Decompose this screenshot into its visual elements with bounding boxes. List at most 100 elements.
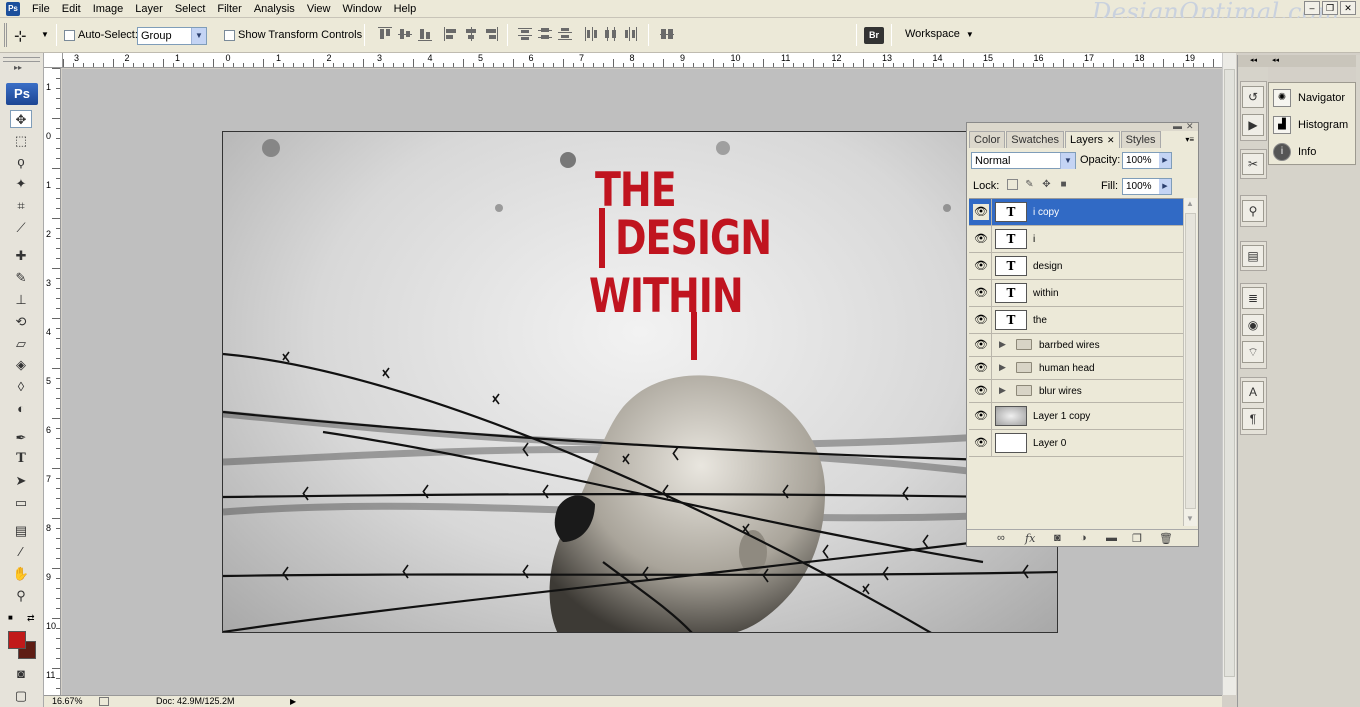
menu-view[interactable]: View <box>301 0 337 18</box>
bridge-button[interactable]: Br <box>864 27 884 44</box>
tab-color[interactable]: Color <box>969 131 1006 148</box>
menu-window[interactable]: Window <box>336 0 387 18</box>
minimize-button[interactable]: – <box>1304 1 1320 15</box>
distribute-top-edges-icon[interactable] <box>518 27 532 41</box>
photoshop-app-icon[interactable]: Ps <box>6 1 20 16</box>
zoom-tool-icon[interactable]: ⚲ <box>10 587 32 605</box>
eraser-tool-icon[interactable]: ▱ <box>10 335 32 353</box>
collapse-arrows-icon[interactable]: ▸▸ <box>14 63 22 72</box>
fill-arrow-icon[interactable]: ▶ <box>1159 179 1171 194</box>
new-layer-icon[interactable]: ❐ <box>1132 532 1142 545</box>
blur-tool-icon[interactable]: ◊ <box>10 378 32 396</box>
lock-position-icon[interactable]: ✥ <box>1041 179 1052 190</box>
menu-image[interactable]: Image <box>87 0 130 18</box>
menu-help[interactable]: Help <box>388 0 423 18</box>
expand-group-triangle-icon[interactable]: ▶ <box>999 362 1006 373</box>
close-panel-icon[interactable]: ✕ <box>1186 121 1194 132</box>
workspace-button[interactable]: Workspace ▼ <box>905 28 974 40</box>
align-bottom-edges-icon[interactable] <box>418 27 432 41</box>
expand-group-triangle-icon[interactable]: ▶ <box>999 385 1006 396</box>
layer-row-design[interactable]: 👁 T design <box>969 253 1183 280</box>
quick-mask-icon[interactable]: ◙ <box>10 665 32 683</box>
lasso-tool-icon[interactable]: ϙ <box>10 153 32 171</box>
paint-bucket-tool-icon[interactable]: ◈ <box>10 356 32 374</box>
healing-brush-tool-icon[interactable]: ✚ <box>10 247 32 265</box>
opacity-arrow-icon[interactable]: ▶ <box>1159 153 1171 168</box>
visibility-eye-icon[interactable]: 👁 <box>973 285 989 301</box>
foreground-color-swatch[interactable] <box>8 631 26 649</box>
layer-row-blur-wires[interactable]: 👁 ▶ blur wires <box>969 380 1183 403</box>
layer-name[interactable]: design <box>1033 261 1062 272</box>
visibility-eye-icon[interactable]: 👁 <box>973 360 989 376</box>
lock-all-icon[interactable]: ■ <box>1058 179 1069 190</box>
align-horizontal-centers-icon[interactable] <box>464 27 478 41</box>
show-transform-checkbox[interactable] <box>224 29 235 41</box>
channels-icon[interactable]: ◉ <box>1242 314 1264 336</box>
character-icon[interactable]: A <box>1242 381 1264 403</box>
clone-source-icon[interactable]: ⚲ <box>1242 200 1264 222</box>
preset-dropdown-arrow-icon[interactable]: ▼ <box>41 30 49 39</box>
pen-tool-icon[interactable]: ✒ <box>10 429 32 447</box>
distribute-vertical-centers-icon[interactable] <box>538 27 552 41</box>
tool-presets-icon[interactable]: ✂ <box>1242 153 1264 175</box>
fill-input[interactable]: 100% ▶ <box>1122 178 1172 195</box>
layer-name[interactable]: Layer 0 <box>1033 438 1066 449</box>
paths-icon[interactable]: ⌔ <box>1242 341 1264 363</box>
close-button[interactable]: ✕ <box>1340 1 1356 15</box>
info-panel-button[interactable]: i Info <box>1273 142 1316 162</box>
lock-transparency-icon[interactable] <box>1007 179 1018 190</box>
lock-image-pixels-icon[interactable]: ✎ <box>1024 179 1035 190</box>
eyedropper-tool-icon[interactable]: ⁄ <box>10 543 32 561</box>
brush-tool-icon[interactable]: ✎ <box>10 269 32 287</box>
layer-row-i[interactable]: 👁 T i <box>969 226 1183 253</box>
visibility-eye-icon[interactable]: 👁 <box>973 435 989 451</box>
layer-row-the[interactable]: 👁 T the <box>969 307 1183 334</box>
collapse-panel-icon[interactable]: ▬ <box>1173 121 1182 131</box>
slice-tool-icon[interactable]: ⟋ <box>10 219 32 237</box>
status-info-icon[interactable] <box>99 697 109 706</box>
layer-style-icon[interactable]: fx <box>1025 532 1035 545</box>
layer-row-layer-1-copy[interactable]: 👁 Layer 1 copy <box>969 403 1183 430</box>
menu-layer[interactable]: Layer <box>129 0 169 18</box>
move-tool-preset-icon[interactable]: ⊹ <box>14 27 27 45</box>
delete-layer-icon[interactable]: 🗑 <box>1159 532 1173 545</box>
visibility-eye-icon[interactable]: 👁 <box>973 231 989 247</box>
visibility-eye-icon[interactable]: 👁 <box>973 337 989 353</box>
tab-swatches[interactable]: Swatches <box>1006 131 1064 148</box>
align-left-edges-icon[interactable] <box>444 27 458 41</box>
layer-name[interactable]: blur wires <box>1039 386 1082 397</box>
scroll-thumb[interactable] <box>1224 69 1235 677</box>
scroll-down-icon[interactable]: ▼ <box>1186 514 1194 523</box>
scroll-thumb[interactable] <box>1185 213 1196 509</box>
ruler-origin[interactable] <box>44 53 63 68</box>
dock-collapse-icon[interactable]: ◂◂ <box>1238 55 1269 67</box>
vertical-ruler[interactable]: 10123456789101112 <box>44 68 61 695</box>
type-tool-icon[interactable]: T <box>10 450 32 468</box>
layer-name[interactable]: i <box>1033 234 1035 245</box>
move-tool-icon[interactable]: ✥ <box>10 110 32 128</box>
photoshop-logo[interactable]: Ps <box>6 83 38 105</box>
swap-colors-icon[interactable]: ⇄ <box>27 613 35 624</box>
auto-select-dropdown[interactable]: Group ▼ <box>137 27 207 45</box>
magic-wand-tool-icon[interactable]: ✦ <box>10 175 32 193</box>
rectangle-tool-icon[interactable]: ▭ <box>10 494 32 512</box>
new-group-icon[interactable]: ▬ <box>1106 532 1117 544</box>
marquee-tool-icon[interactable]: ⬚ <box>10 132 32 150</box>
tools-panel-grip[interactable] <box>3 57 40 62</box>
restore-button[interactable]: ❐ <box>1322 1 1338 15</box>
visibility-eye-icon[interactable]: 👁 <box>973 312 989 328</box>
menu-analysis[interactable]: Analysis <box>248 0 301 18</box>
distribute-right-edges-icon[interactable] <box>624 27 638 41</box>
blend-mode-dropdown[interactable]: Normal ▼ <box>971 152 1076 169</box>
distribute-horizontal-centers-icon[interactable] <box>604 27 618 41</box>
link-layers-icon[interactable]: ∞ <box>997 532 1005 544</box>
actions-icon[interactable]: ▶ <box>1242 114 1264 136</box>
notes-tool-icon[interactable]: ▤ <box>10 522 32 540</box>
align-right-edges-icon[interactable] <box>484 27 498 41</box>
visibility-eye-icon[interactable]: 👁 <box>973 204 989 220</box>
add-mask-icon[interactable]: ◙ <box>1054 532 1061 544</box>
path-selection-tool-icon[interactable]: ➤ <box>10 472 32 490</box>
history-brush-tool-icon[interactable]: ⟲ <box>10 313 32 331</box>
menu-edit[interactable]: Edit <box>56 0 87 18</box>
layer-row-within[interactable]: 👁 T within <box>969 280 1183 307</box>
